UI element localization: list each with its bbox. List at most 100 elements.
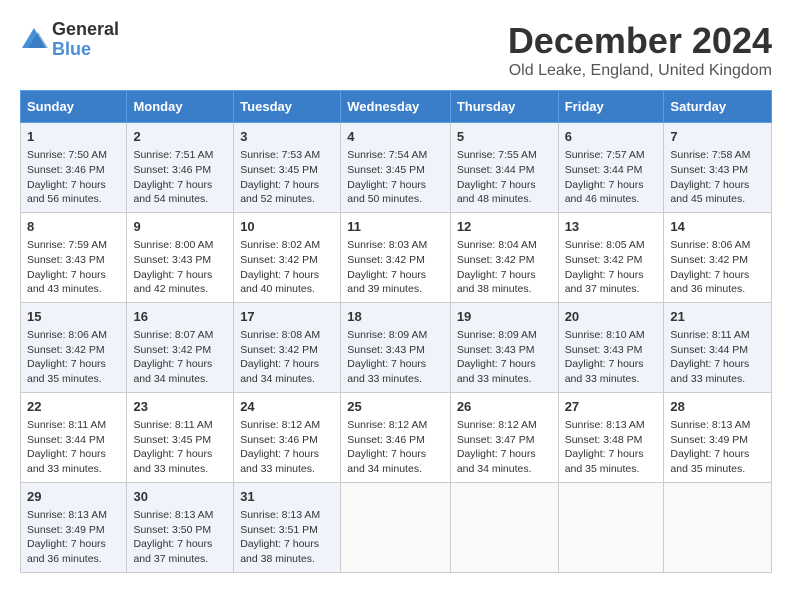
calendar-cell: 4Sunrise: 7:54 AMSunset: 3:45 PMDaylight… (341, 123, 451, 213)
column-header-friday: Friday (558, 91, 664, 123)
sunset-label: Sunset: 3:42 PM (240, 254, 318, 266)
main-title: December 2024 (508, 20, 772, 62)
sunset-label: Sunset: 3:46 PM (133, 164, 211, 176)
daylight-label: Daylight: 7 hours and 42 minutes. (133, 269, 212, 296)
day-number: 17 (240, 308, 334, 326)
sunset-label: Sunset: 3:43 PM (27, 254, 105, 266)
calendar-cell (450, 482, 558, 572)
calendar-header-row: SundayMondayTuesdayWednesdayThursdayFrid… (21, 91, 772, 123)
sunset-label: Sunset: 3:43 PM (670, 164, 748, 176)
sunset-label: Sunset: 3:42 PM (133, 344, 211, 356)
day-number: 4 (347, 128, 444, 146)
calendar-cell (558, 482, 664, 572)
calendar-week-row: 22 Sunrise: 8:11 AM Sunset: 3:44 PM Dayligh… (21, 392, 772, 482)
daylight-label: Daylight: 7 hours and 34 minutes. (240, 358, 319, 385)
sunrise-label: Sunrise: 7:55 AM (457, 149, 537, 161)
sunrise-label: Sunrise: 7:59 AM (27, 239, 107, 251)
sunrise-label: Sunrise: 8:11 AM (670, 329, 749, 341)
day-number: 8 (27, 218, 120, 236)
calendar-cell: 2Sunrise: 7:51 AMSunset: 3:46 PMDaylight… (127, 123, 234, 213)
daylight-label: Daylight: 7 hours and 46 minutes. (565, 179, 644, 206)
calendar-cell: 13Sunrise: 8:05 AMSunset: 3:42 PMDayligh… (558, 212, 664, 302)
day-number: 6 (565, 128, 658, 146)
sunrise-label: Sunrise: 8:02 AM (240, 239, 320, 251)
calendar-cell: 18Sunrise: 8:09 AMSunset: 3:43 PMDayligh… (341, 302, 451, 392)
day-number: 7 (670, 128, 765, 146)
sunrise-label: Sunrise: 8:12 AM (240, 419, 320, 431)
sunset-label: Sunset: 3:46 PM (240, 434, 318, 446)
sunset-label: Sunset: 3:43 PM (133, 254, 211, 266)
daylight-label: Daylight: 7 hours and 40 minutes. (240, 269, 319, 296)
day-number: 18 (347, 308, 444, 326)
sunrise-label: Sunrise: 8:13 AM (133, 509, 213, 521)
calendar-cell: 31Sunrise: 8:13 AMSunset: 3:51 PMDayligh… (234, 482, 341, 572)
day-number: 19 (457, 308, 552, 326)
day-number: 21 (670, 308, 765, 326)
day-number: 27 (565, 398, 658, 416)
logo: General Blue (20, 20, 119, 60)
sunrise-label: Sunrise: 7:51 AM (133, 149, 213, 161)
calendar-cell (664, 482, 772, 572)
subtitle: Old Leake, England, United Kingdom (508, 62, 772, 80)
daylight-label: Daylight: 7 hours and 38 minutes. (457, 269, 536, 296)
sunrise-label: Sunrise: 8:13 AM (670, 419, 750, 431)
daylight-label: Daylight: 7 hours and 34 minutes. (457, 448, 536, 475)
day-number: 25 (347, 398, 444, 416)
logo-general: General (52, 20, 119, 40)
column-header-sunday: Sunday (21, 91, 127, 123)
calendar-cell: 14Sunrise: 8:06 AMSunset: 3:42 PMDayligh… (664, 212, 772, 302)
sunrise-label: Sunrise: 8:11 AM (27, 419, 106, 431)
sunrise-label: Sunrise: 8:12 AM (347, 419, 427, 431)
daylight-label: Daylight: 7 hours and 34 minutes. (133, 358, 212, 385)
calendar-cell: 10 Sunrise: 8:02 AM Sunset: 3:42 PM Dayligh… (234, 212, 341, 302)
sunrise-label: Sunrise: 7:54 AM (347, 149, 427, 161)
sunrise-label: Sunrise: 8:06 AM (670, 239, 750, 251)
sunset-label: Sunset: 3:45 PM (240, 164, 318, 176)
calendar-cell: 3Sunrise: 7:53 AMSunset: 3:45 PMDaylight… (234, 123, 341, 213)
calendar-cell: 25 Sunrise: 8:12 AM Sunset: 3:46 PM Dayligh… (341, 392, 451, 482)
calendar-cell: 22Sunrise: 8:11 AMSunset: 3:44 PMDayligh… (21, 392, 127, 482)
sunrise-label: Sunrise: 8:13 AM (240, 509, 320, 521)
sunset-label: Sunset: 3:42 PM (457, 254, 535, 266)
day-number: 23 (133, 398, 227, 416)
sunset-label: Sunset: 3:44 PM (457, 164, 535, 176)
daylight-label: Daylight: 7 hours and 45 minutes. (670, 179, 749, 206)
daylight-label: Daylight: 7 hours and 34 minutes. (347, 448, 426, 475)
day-number: 1 (27, 128, 120, 146)
calendar-table: SundayMondayTuesdayWednesdayThursdayFrid… (20, 90, 772, 573)
logo-text: General Blue (52, 20, 119, 60)
daylight-label: Daylight: 7 hours and 52 minutes. (240, 179, 319, 206)
sunset-label: Sunset: 3:46 PM (347, 434, 425, 446)
daylight-label: Daylight: 7 hours and 54 minutes. (133, 179, 212, 206)
column-header-tuesday: Tuesday (234, 91, 341, 123)
calendar-cell: 9Sunrise: 8:00 AMSunset: 3:43 PMDaylight… (127, 212, 234, 302)
sunrise-label: Sunrise: 7:53 AM (240, 149, 320, 161)
sunrise-label: Sunrise: 8:03 AM (347, 239, 427, 251)
calendar-cell: 16Sunrise: 8:07 AMSunset: 3:42 PMDayligh… (127, 302, 234, 392)
sunset-label: Sunset: 3:45 PM (133, 434, 211, 446)
day-number: 14 (670, 218, 765, 236)
calendar-cell: 6Sunrise: 7:57 AMSunset: 3:44 PMDaylight… (558, 123, 664, 213)
day-number: 22 (27, 398, 120, 416)
column-header-monday: Monday (127, 91, 234, 123)
sunset-label: Sunset: 3:43 PM (457, 344, 535, 356)
sunset-label: Sunset: 3:42 PM (347, 254, 425, 266)
sunset-label: Sunset: 3:44 PM (27, 434, 105, 446)
calendar-cell: 5Sunrise: 7:55 AMSunset: 3:44 PMDaylight… (450, 123, 558, 213)
daylight-label: Daylight: 7 hours and 35 minutes. (27, 358, 106, 385)
sunrise-label: Sunrise: 8:07 AM (133, 329, 213, 341)
day-number: 30 (133, 488, 227, 506)
sunrise-label: Sunrise: 8:00 AM (133, 239, 213, 251)
sunset-label: Sunset: 3:42 PM (670, 254, 748, 266)
calendar-week-row: 8 Sunrise: 7:59 AM Sunset: 3:43 PM Daylight… (21, 212, 772, 302)
day-number: 31 (240, 488, 334, 506)
day-number: 20 (565, 308, 658, 326)
calendar-cell: 26Sunrise: 8:12 AMSunset: 3:47 PMDayligh… (450, 392, 558, 482)
day-number: 10 (240, 218, 334, 236)
sunrise-label: Sunrise: 8:10 AM (565, 329, 645, 341)
sunset-label: Sunset: 3:49 PM (670, 434, 748, 446)
daylight-label: Daylight: 7 hours and 37 minutes. (133, 538, 212, 565)
day-number: 5 (457, 128, 552, 146)
sunrise-label: Sunrise: 8:06 AM (27, 329, 107, 341)
daylight-label: Daylight: 7 hours and 38 minutes. (240, 538, 319, 565)
